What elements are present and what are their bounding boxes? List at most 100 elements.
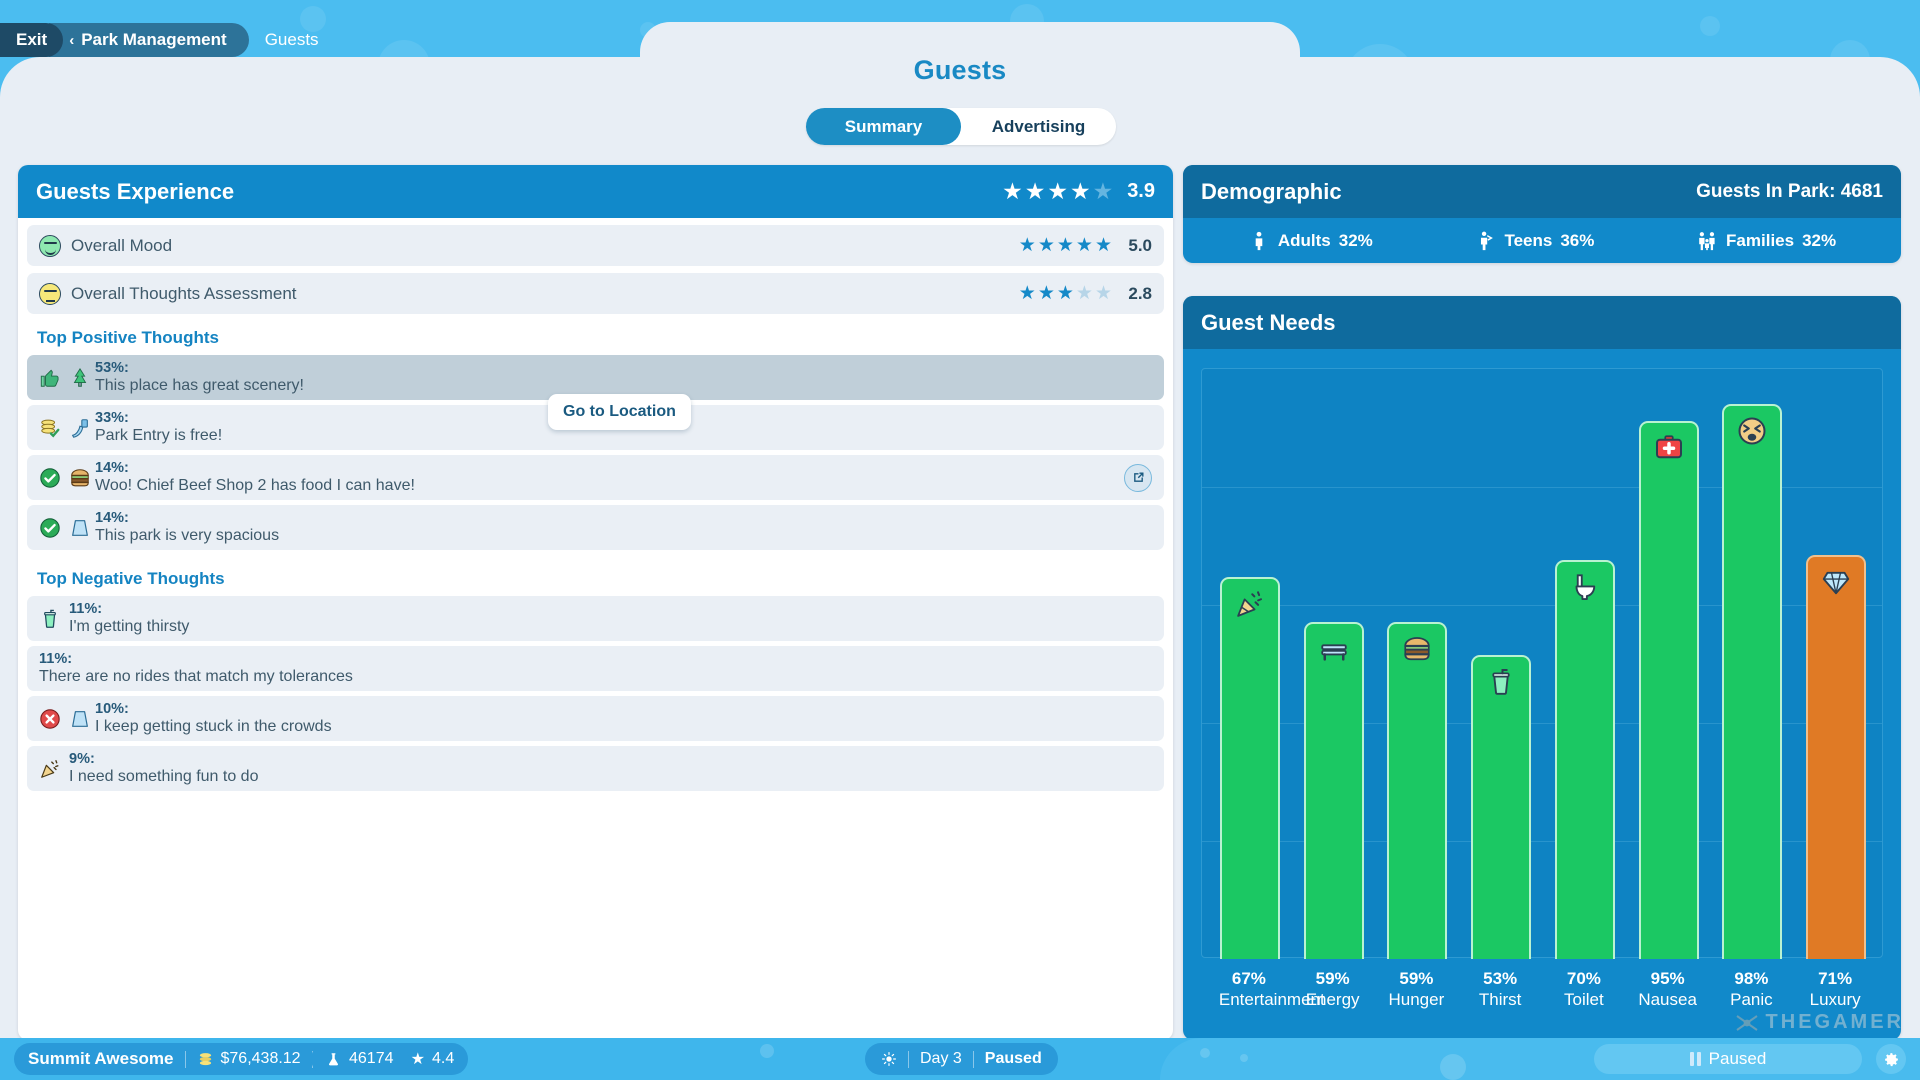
party-popper-icon <box>1235 589 1265 619</box>
day-value: Day 3 <box>920 1050 962 1067</box>
demographic-label: Adults <box>1277 230 1331 250</box>
star-icon-empty: ★ <box>1094 283 1112 304</box>
decorative-dot <box>1200 1048 1210 1058</box>
list-item[interactable]: 14%: This park is very spacious <box>27 505 1164 550</box>
teen-icon <box>1474 230 1496 252</box>
thought-text: Park Entry is free! <box>95 426 223 444</box>
page-title: Guests <box>913 55 1007 85</box>
bar-entertainment[interactable] <box>1219 369 1280 959</box>
slide-icon <box>69 417 91 439</box>
list-item[interactable]: 33%: Park Entry is free! Go to Location <box>27 394 1164 450</box>
thought-text: Woo! Chief Beef Shop 2 has food I can ha… <box>95 476 415 494</box>
breadcrumb-park-management[interactable]: ‹ Park Management <box>49 23 249 57</box>
x-circle-icon <box>39 708 61 730</box>
bar-luxury[interactable] <box>1806 369 1867 959</box>
sun-icon <box>882 1052 896 1066</box>
external-link-icon <box>1133 472 1143 482</box>
bar-energy[interactable] <box>1303 369 1364 959</box>
overall-mood-stars: ★ ★ ★ ★ ★ 5.0 <box>1019 236 1152 256</box>
demographic-row: Adults 32% Teens 36% Families 32% <box>1183 218 1901 263</box>
thought-percent: 11%: <box>69 601 103 618</box>
guests-experience-card: Guests Experience ★ ★ ★ ★ ★ 3.9 Overall … <box>18 165 1173 1040</box>
decorative-dot <box>760 1044 774 1058</box>
breadcrumb-current: Guests <box>251 23 333 57</box>
star-icon: ★ <box>1018 235 1036 256</box>
x-label-luxury: 71% Luxury <box>1805 968 1865 1011</box>
speed-control[interactable]: Paused <box>1594 1044 1862 1074</box>
x-label-thirst: 53% Thirst <box>1470 968 1530 1011</box>
bar-toilet[interactable] <box>1554 369 1615 959</box>
go-to-location-button[interactable]: Go to Location <box>548 394 691 430</box>
list-item[interactable]: 11%: There are no rides that match my to… <box>27 646 1164 691</box>
drink-icon <box>1486 667 1516 697</box>
star-icon: ★ <box>1056 235 1074 256</box>
path-icon <box>69 708 91 730</box>
list-item[interactable]: 11%: I'm getting thirsty <box>27 596 1164 641</box>
thought-text: There are no rides that match my toleran… <box>39 667 353 685</box>
science-stat: 46174 <box>311 1043 409 1075</box>
paused-label: Paused <box>984 1050 1042 1067</box>
tab-summary[interactable]: Summary <box>806 108 961 145</box>
bar-panic[interactable] <box>1722 369 1783 959</box>
settings-button[interactable] <box>1876 1044 1906 1074</box>
list-item[interactable]: 14%: Woo! Chief Beef Shop 2 has food I c… <box>27 455 1164 500</box>
thought-text: This place has great scenery! <box>95 376 304 394</box>
bar-category-label: Luxury <box>1809 990 1861 1010</box>
overall-mood-value: 5.0 <box>1128 235 1152 255</box>
tree-icon <box>69 367 91 389</box>
bar-fill <box>1806 555 1867 959</box>
star-icon: ★ <box>1037 283 1055 304</box>
demographic-adults: Adults 32% <box>1248 230 1373 252</box>
open-external-button[interactable] <box>1124 463 1152 492</box>
list-item[interactable]: 10%: I keep getting stuck in the crowds <box>27 696 1164 741</box>
bar-value-label: 98% <box>1734 969 1769 988</box>
bar-nausea[interactable] <box>1638 369 1699 959</box>
status-bar: Summit Awesome $76,438.12 4,681 ★ 4.4 46… <box>0 1038 1920 1080</box>
bar-category-label: Toilet <box>1564 990 1604 1010</box>
flask-icon <box>328 1052 339 1065</box>
star-icon-empty: ★ <box>1092 178 1114 204</box>
bar-category-label: Panic <box>1730 990 1773 1010</box>
star-icon: ★ <box>1018 283 1036 304</box>
tab-advertising[interactable]: Advertising <box>961 108 1116 145</box>
speed-label: Paused <box>1708 1049 1767 1068</box>
guest-needs-card: Guest Needs 67% Entertainment 59% Energy 59%… <box>1183 296 1901 1040</box>
demographic-title: Demographic <box>1201 178 1342 204</box>
money-value: $76,438.12 <box>220 1050 301 1067</box>
guests-in-park: Guests In Park: 4681 <box>1696 180 1883 202</box>
party-popper-icon <box>39 758 61 780</box>
bar-hunger[interactable] <box>1387 369 1448 959</box>
bar-value-label: 53% <box>1483 969 1518 988</box>
star-icon: ★ <box>1002 178 1023 204</box>
bar-fill <box>1303 622 1364 959</box>
demographic-label: Families <box>1726 230 1795 250</box>
thought-text: I keep getting stuck in the crowds <box>95 717 332 735</box>
thought-percent: 14%: <box>95 510 129 527</box>
thumbs-up-icon <box>39 367 61 389</box>
list-item[interactable]: 9%: I need something fun to do <box>27 746 1164 791</box>
money-stat: $76,438.12 <box>197 1050 301 1068</box>
thought-percent: 11%: <box>39 651 73 668</box>
bar-fill <box>1471 655 1532 959</box>
bar-fill <box>1722 404 1783 959</box>
thought-percent: 53%: <box>95 360 129 377</box>
thought-percent: 33%: <box>95 410 129 427</box>
star-rating: ★ ★ ★ ★ ★ <box>1002 180 1113 203</box>
demographic-teens: Teens 36% <box>1474 230 1594 252</box>
chevron-left-icon: ‹ <box>69 31 75 49</box>
tab-bar: Summary Advertising <box>806 108 1116 145</box>
bar-value-label: 67% <box>1231 969 1266 988</box>
exit-button[interactable]: Exit <box>0 23 64 57</box>
star-icon: ★ <box>410 1051 425 1068</box>
demographic-value: 32% <box>1802 230 1837 250</box>
rating-stat: ★ 4.4 <box>411 1049 455 1069</box>
positive-thoughts-heading: Top Positive Thoughts <box>37 328 219 347</box>
smiley-green-icon <box>39 234 61 257</box>
bar-thirst[interactable] <box>1471 369 1532 959</box>
bar-fill <box>1219 577 1280 959</box>
bar-category-label: Nausea <box>1638 990 1697 1010</box>
star-icon: ★ <box>1037 235 1055 256</box>
thought-text: This park is very spacious <box>95 526 280 544</box>
bench-icon <box>1319 634 1349 664</box>
decorative-dot <box>1240 1054 1248 1062</box>
